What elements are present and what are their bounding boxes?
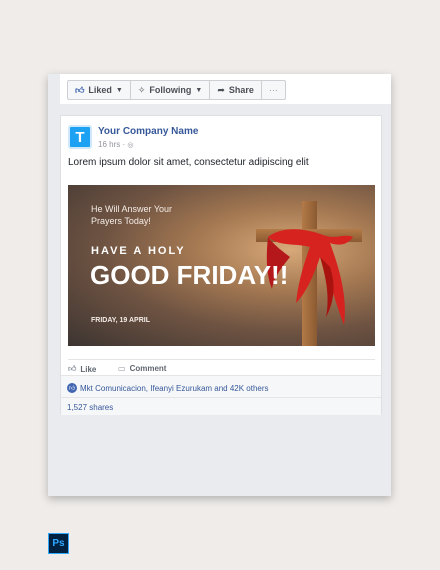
photoshop-icon: Ps xyxy=(48,533,69,554)
comment-action-button[interactable]: ▭ Comment xyxy=(118,364,166,373)
rss-icon: ✧ xyxy=(137,84,146,95)
reactions-summary[interactable]: 👍︎ Mkt Comunicacion, Ifeanyi Ezurukam an… xyxy=(67,383,269,393)
page-button-group: 👍︎ Liked ▼ ✧ Following ▼ ➦ Share ··· xyxy=(67,80,286,100)
post-text: Lorem ipsum dolor sit amet, consectetur … xyxy=(68,157,309,168)
share-label: Share xyxy=(228,85,254,95)
avatar-letter: T xyxy=(75,128,85,146)
mockup-sheet: 👍︎ Liked ▼ ✧ Following ▼ ➦ Share ··· T Y… xyxy=(48,74,391,496)
thumbs-up-icon: 👍︎ xyxy=(68,364,77,373)
avatar[interactable]: T xyxy=(68,125,92,149)
shares-count-link[interactable]: 1,527 shares xyxy=(67,403,113,412)
banner-headline-small: HAVE A HOLY xyxy=(91,245,186,257)
liked-label: Liked xyxy=(88,85,112,95)
company-name-link[interactable]: Your Company Name xyxy=(98,126,198,137)
like-action-button[interactable]: 👍︎ Like xyxy=(68,364,96,374)
photoshop-icon-label: Ps xyxy=(52,538,65,549)
liked-button[interactable]: 👍︎ Liked ▼ xyxy=(68,81,131,99)
banner-date: FRIDAY, 19 APRIL xyxy=(91,317,150,324)
caret-down-icon: ▼ xyxy=(195,86,203,94)
thumbs-up-icon: 👍︎ xyxy=(75,84,85,95)
comment-icon: ▭ xyxy=(118,364,126,373)
like-reaction-icon: 👍︎ xyxy=(67,383,77,393)
post-meta: 16 hrs · ◎ xyxy=(98,140,133,149)
following-button[interactable]: ✧ Following ▼ xyxy=(131,81,211,99)
post-card: T Your Company Name 16 hrs · ◎ Lorem ips… xyxy=(60,115,382,415)
comment-action-label: Comment xyxy=(129,364,167,373)
meta-separator: · xyxy=(122,140,126,149)
banner-subtitle-line1: He Will Answer Your xyxy=(91,204,173,214)
banner-subtitle: He Will Answer Your Prayers Today! xyxy=(91,203,201,227)
post-timestamp[interactable]: 16 hrs xyxy=(98,140,120,149)
reactions-panel: 👍︎ Mkt Comunicacion, Ifeanyi Ezurukam an… xyxy=(61,375,381,415)
banner-subtitle-line2: Prayers Today! xyxy=(91,216,151,226)
more-icon: ··· xyxy=(268,85,278,95)
page-action-bar: 👍︎ Liked ▼ ✧ Following ▼ ➦ Share ··· xyxy=(60,74,391,104)
banner-headline-big: GOOD FRIDAY!! xyxy=(90,260,289,290)
caret-down-icon: ▼ xyxy=(115,86,123,94)
share-arrow-icon: ➦ xyxy=(217,84,225,95)
share-button[interactable]: ➦ Share xyxy=(210,81,262,99)
post-image-banner[interactable]: He Will Answer Your Prayers Today! HAVE … xyxy=(68,185,375,346)
like-action-label: Like xyxy=(80,364,97,374)
reactions-summary-text: Mkt Comunicacion, Ifeanyi Ezurukam and 4… xyxy=(80,383,269,393)
reactions-divider xyxy=(61,397,381,398)
more-button[interactable]: ··· xyxy=(262,81,285,99)
globe-icon: ◎ xyxy=(127,142,134,149)
following-label: Following xyxy=(149,85,192,95)
post-actions: 👍︎ Like ▭ Comment xyxy=(68,359,375,374)
